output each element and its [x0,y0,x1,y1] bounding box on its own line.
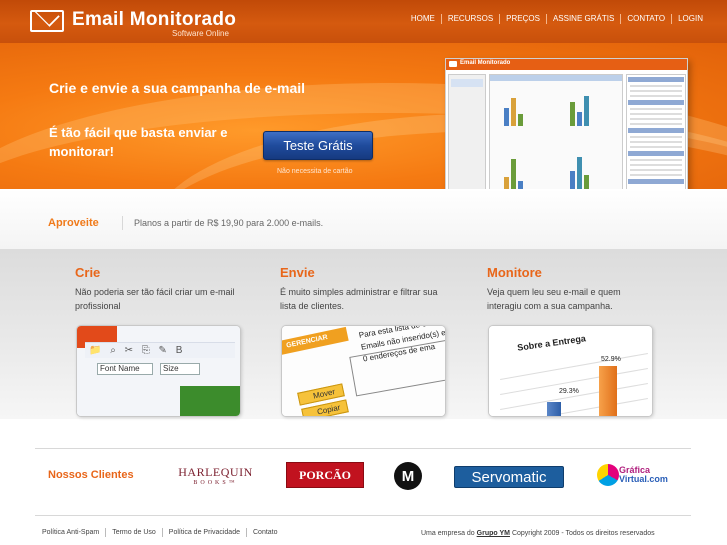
promo-divider [122,216,123,230]
feature-title: Crie [75,265,101,280]
mini-chart-3 [496,150,536,189]
app-sidebar-item [451,79,483,87]
app-charts-header [490,75,622,81]
feature-monitore: Monitore Veja quem leu seu e-mail e quem… [487,265,657,313]
logo-subtitle: Software Online [172,29,229,38]
app-logo-icon [449,61,457,67]
mini-chart-1 [496,85,536,130]
promo-label[interactable]: Aproveite [48,217,99,229]
hero-banner: Crie e envie a sua campanha de e-mail É … [0,43,727,189]
feature-image-chart: Sobre a Entrega 29.3% 52.9% [488,325,653,417]
site-header: Email Monitorado Software Online HOME RE… [0,0,727,43]
mini-chart-2 [562,85,602,130]
app-screenshot: Email Monitorado [445,58,688,189]
copyright: Uma empresa do Grupo YM Copyright 2009 -… [421,530,655,537]
promo-text: Planos a partir de R$ 19,90 para 2.000 e… [134,218,324,228]
clients-label: Nossos Clientes [48,469,134,481]
nav-recursos[interactable]: RECURSOS [440,14,499,24]
app-sidebar [448,74,486,189]
banner-text: É tão fácil que basta enviar e monitorar… [49,125,228,159]
editor-green-block [180,386,240,416]
grupo-ym-link[interactable]: Grupo YM [477,530,510,537]
footer-link-anti-spam[interactable]: Política Anti-Spam [36,528,105,537]
divider [35,515,691,516]
promo-bar: Aproveite Planos a partir de R$ 19,90 pa… [0,189,727,249]
teste-gratis-button[interactable]: Teste Grátis [263,131,373,160]
motorola-logo-icon: M [394,462,422,490]
nav-contato[interactable]: CONTATO [620,14,671,24]
envelope-icon[interactable] [30,10,64,32]
client-logo-grafica: Gráfica Virtual.com [597,462,687,488]
banner-headline: Crie e envie a sua campanha de e-mail [49,80,306,96]
client-logo-servomatic: Servomatic [454,466,564,488]
app-titlebar: Email Monitorado [446,59,687,70]
feature-title: Envie [280,265,315,280]
chart-label-low: 29.3% [559,388,579,395]
feature-title: Monitore [487,265,542,280]
feature-crie: Crie Não poderia ser tão fácil criar um … [75,265,245,313]
font-name-select: Font Name [97,363,153,375]
app-stats-panel [626,74,686,189]
nav-assine-gratis[interactable]: ASSINE GRÁTIS [545,14,620,24]
main-nav: HOME RECURSOS PREÇOS ASSINE GRÁTIS CONTA… [405,14,709,24]
mini-chart-4 [562,150,602,189]
feature-image-list: GERENCIAR Para esta lista de en Emails n… [281,325,446,417]
app-title: Email Monitorado [460,60,511,66]
footer-link-contato[interactable]: Contato [246,528,284,537]
gerenciar-tab: GERENCIAR [282,326,349,356]
chart-bar-high [599,366,617,416]
features-section: Crie Não poderia ser tão fácil criar um … [0,249,727,419]
feature-image-editor: 📁 ⌕ ✂ ⎘ ✎ B Font Name Size [76,325,241,417]
chart-label-high: 52.9% [601,356,621,363]
nav-precos[interactable]: PREÇOS [499,14,546,24]
logo-title[interactable]: Email Monitorado [72,9,236,31]
footer-link-privacidade[interactable]: Política de Privacidade [161,528,246,537]
chart-title: Sobre a Entrega [516,333,587,353]
client-logo-harlequin: HARLEQUIN BOOKS™ [178,464,253,486]
feature-desc: Não poderia ser tão fácil criar um e-mai… [75,287,235,311]
feature-desc: Veja quem leu seu e-mail e quem interagi… [487,287,621,311]
grafica-logo-icon [597,464,619,486]
client-logo-porcao: PORCÃO [286,462,364,488]
footer-links: Política Anti-Spam Termo de Uso Política… [36,528,284,537]
cta-note: Não necessita de cartão [277,168,353,175]
divider [35,448,691,449]
app-charts-area [489,74,623,189]
feature-desc: É muito simples administrar e filtrar su… [280,287,438,311]
format-toolbar-icons: 📁 ⌕ ✂ ⎘ ✎ B [89,345,186,356]
feature-envie: Envie É muito simples administrar e filt… [280,265,450,313]
nav-login[interactable]: LOGIN [671,14,709,24]
nav-home[interactable]: HOME [405,14,441,24]
chart-bar-low [547,402,561,416]
footer-link-termo[interactable]: Termo de Uso [105,528,162,537]
font-size-select: Size [160,363,200,375]
